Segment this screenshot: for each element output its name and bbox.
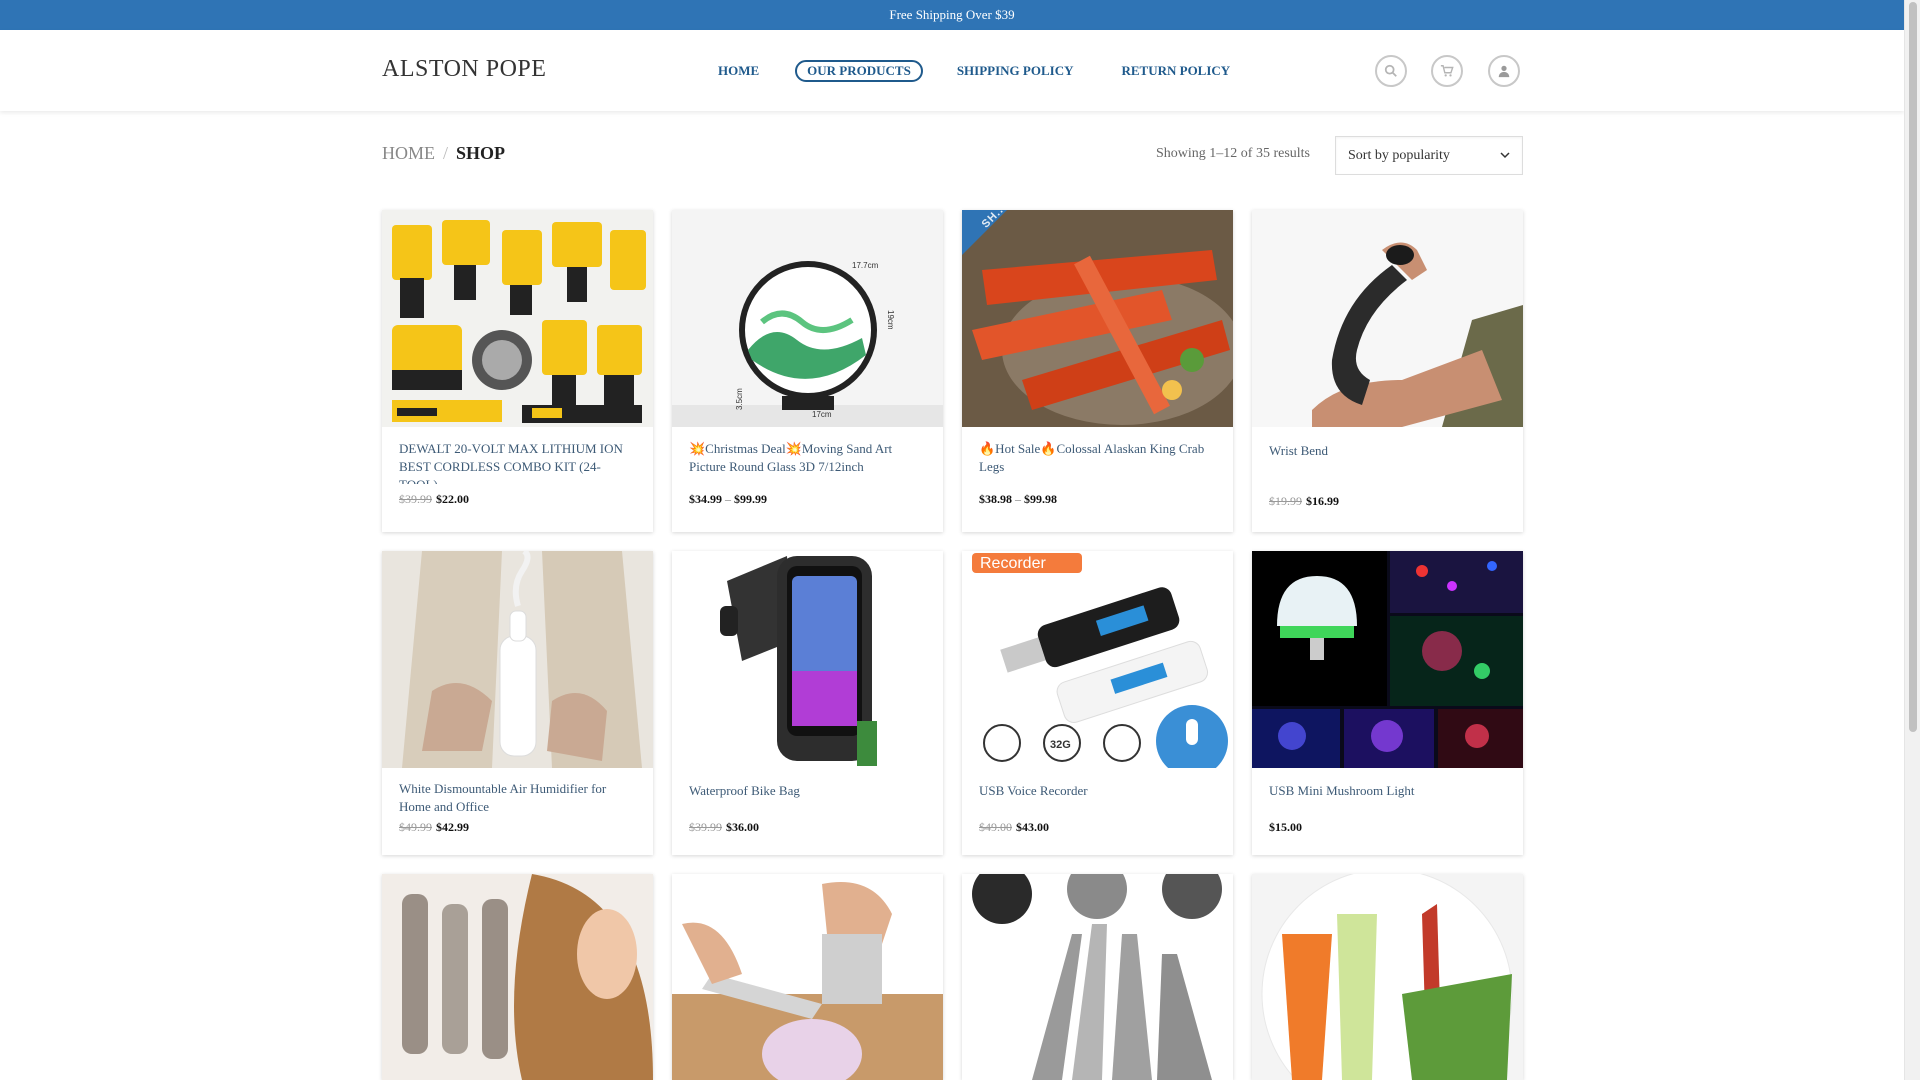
product-image[interactable]: Recorder 32G bbox=[962, 551, 1233, 768]
product-price: $49.00 $43.00 bbox=[979, 820, 1216, 835]
breadcrumb: HOME / SHOP bbox=[382, 143, 505, 164]
product-title[interactable]: Waterproof Bike Bag bbox=[689, 782, 926, 820]
nav-shipping-policy[interactable]: SHIPPING POLICY bbox=[957, 63, 1074, 79]
product-card[interactable] bbox=[1252, 874, 1523, 1080]
announcement-text: Free Shipping Over $39 bbox=[889, 7, 1015, 22]
nav-our-products[interactable]: OUR PRODUCTS bbox=[795, 60, 923, 82]
breadcrumb-separator: / bbox=[443, 143, 449, 163]
product-image[interactable]: SH... FROZ... bbox=[962, 210, 1233, 427]
chevron-down-icon bbox=[1500, 152, 1510, 159]
old-price: $49.00 bbox=[979, 820, 1012, 834]
cart-icon bbox=[1440, 65, 1454, 77]
product-title[interactable]: USB Mini Mushroom Light bbox=[1269, 782, 1506, 820]
depth-dimension-label: 3.5cm bbox=[735, 388, 744, 410]
main-nav: HOME OUR PRODUCTS SHIPPING POLICY RETURN… bbox=[706, 60, 1230, 82]
product-card[interactable]: White Dismountable Air Humidifier for Ho… bbox=[382, 551, 653, 855]
sort-select[interactable]: Sort by popularity bbox=[1335, 136, 1523, 175]
product-image[interactable] bbox=[382, 210, 653, 427]
product-title[interactable]: USB Voice Recorder bbox=[979, 782, 1216, 820]
price-separator: – bbox=[1015, 492, 1021, 506]
product-title[interactable]: 🔥Hot Sale🔥Colossal Alaskan King Crab Leg… bbox=[979, 440, 1216, 484]
old-price: $19.99 bbox=[1269, 494, 1302, 508]
product-image[interactable] bbox=[382, 874, 653, 1080]
product-card[interactable]: SH... FROZ... 🔥Hot Sale🔥Colossal Alaskan… bbox=[962, 210, 1233, 532]
price-high: $99.99 bbox=[734, 492, 767, 506]
product-price: $49.99 $42.99 bbox=[399, 820, 636, 835]
product-price: $39.99 $36.00 bbox=[689, 820, 926, 835]
user-icon bbox=[1498, 65, 1510, 78]
product-title[interactable]: White Dismountable Air Humidifier for Ho… bbox=[399, 780, 636, 820]
product-card[interactable] bbox=[962, 874, 1233, 1080]
site-header: ALSTON POPE HOME OUR PRODUCTS SHIPPING P… bbox=[0, 30, 1904, 111]
product-card[interactable]: USB Mini Mushroom Light $15.00 bbox=[1252, 551, 1523, 855]
sale-price: $42.99 bbox=[436, 820, 469, 834]
height-dimension-label: 19cm bbox=[886, 310, 895, 330]
product-price: $38.98– $99.98 bbox=[979, 492, 1216, 507]
product-card[interactable]: DEWALT 20-VOLT MAX LITHIUM ION BEST CORD… bbox=[382, 210, 653, 532]
sale-price: $15.00 bbox=[1269, 820, 1302, 834]
nav-return-policy[interactable]: RETURN POLICY bbox=[1121, 63, 1230, 79]
storage-badge-text: 32G bbox=[1050, 739, 1071, 751]
breadcrumb-home[interactable]: HOME bbox=[382, 143, 435, 164]
product-card[interactable]: Recorder 32G USB Voice Recorder $49.00 $… bbox=[962, 551, 1233, 855]
sort-selected-value: Sort by popularity bbox=[1348, 147, 1450, 163]
sale-price: $22.00 bbox=[436, 492, 469, 506]
announcement-bar: Free Shipping Over $39 bbox=[0, 0, 1904, 30]
product-card[interactable] bbox=[672, 874, 943, 1080]
product-title[interactable]: DEWALT 20-VOLT MAX LITHIUM ION BEST CORD… bbox=[399, 440, 636, 484]
product-price: $34.99– $99.99 bbox=[689, 492, 926, 507]
product-image[interactable] bbox=[1252, 874, 1523, 1080]
old-price: $49.99 bbox=[399, 820, 432, 834]
sale-price: $43.00 bbox=[1016, 820, 1049, 834]
product-title[interactable]: Wrist Bend bbox=[1269, 442, 1506, 486]
price-low: $34.99 bbox=[689, 492, 722, 506]
product-image[interactable]: 17.7cm 19cm 17cm 3.5cm bbox=[672, 210, 943, 427]
product-image[interactable] bbox=[962, 874, 1233, 1080]
product-price: $39.99 $22.00 bbox=[399, 492, 636, 507]
width-dimension-label: 17.7cm bbox=[852, 261, 879, 270]
scrollbar-thumb[interactable] bbox=[1909, 2, 1917, 732]
sale-price: $36.00 bbox=[726, 820, 759, 834]
sale-price: $16.99 bbox=[1306, 494, 1339, 508]
product-card[interactable]: Wrist Bend $19.99 $16.99 bbox=[1252, 210, 1523, 532]
site-logo[interactable]: ALSTON POPE bbox=[382, 56, 546, 83]
base-dimension-label: 17cm bbox=[812, 410, 832, 419]
product-image[interactable] bbox=[672, 874, 943, 1080]
search-button[interactable] bbox=[1375, 55, 1407, 87]
recorder-tag-text: Recorder bbox=[980, 555, 1046, 572]
price-separator: – bbox=[725, 492, 731, 506]
product-card[interactable]: 17.7cm 19cm 17cm 3.5cm 💥Christmas Deal💥M… bbox=[672, 210, 943, 532]
old-price: $39.99 bbox=[399, 492, 432, 506]
product-price: $19.99 $16.99 bbox=[1269, 494, 1506, 509]
product-card[interactable]: Waterproof Bike Bag $39.99 $36.00 bbox=[672, 551, 943, 855]
product-image[interactable] bbox=[382, 551, 653, 768]
account-button[interactable] bbox=[1488, 55, 1520, 87]
price-high: $99.98 bbox=[1024, 492, 1057, 506]
product-price: $15.00 bbox=[1269, 820, 1506, 835]
product-card[interactable] bbox=[382, 874, 653, 1080]
product-title[interactable]: 💥Christmas Deal💥Moving Sand Art Picture … bbox=[689, 440, 926, 484]
price-low: $38.98 bbox=[979, 492, 1012, 506]
page-scrollbar[interactable] bbox=[1904, 0, 1920, 1080]
old-price: $39.99 bbox=[689, 820, 722, 834]
product-image[interactable] bbox=[672, 551, 943, 768]
product-image[interactable] bbox=[1252, 210, 1523, 427]
cart-button[interactable] bbox=[1431, 55, 1463, 87]
result-count: Showing 1–12 of 35 results bbox=[1156, 146, 1310, 161]
product-image[interactable] bbox=[1252, 551, 1523, 768]
nav-home[interactable]: HOME bbox=[718, 63, 759, 79]
search-icon bbox=[1384, 64, 1397, 77]
breadcrumb-current: SHOP bbox=[456, 143, 506, 163]
